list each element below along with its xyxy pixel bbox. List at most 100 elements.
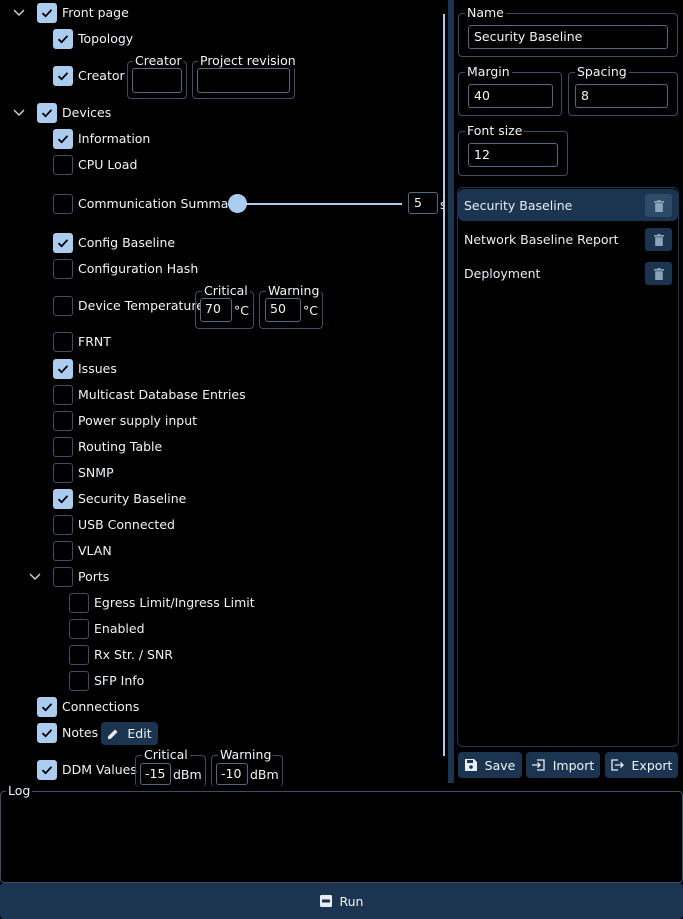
routing-table-checkbox[interactable] (53, 437, 73, 457)
connections-checkbox[interactable] (37, 697, 57, 717)
delete-template-button[interactable] (645, 194, 672, 217)
creator-input[interactable] (132, 68, 182, 93)
checkmark-icon (41, 766, 53, 775)
settings-panel: Name Security Baseline Margin 40 Spacing… (454, 0, 683, 785)
margin-input[interactable]: 40 (468, 84, 553, 108)
device-temperature-checkbox[interactable] (53, 296, 73, 316)
export-label: Export (631, 757, 673, 773)
margin-legend: Margin (465, 64, 512, 79)
enabled-checkbox[interactable] (69, 619, 89, 639)
egress-limit-label: Egress Limit/Ingress Limit (94, 595, 255, 610)
creator-label: Creator (78, 68, 125, 83)
run-button[interactable]: Run (0, 883, 683, 919)
spacing-legend: Spacing (575, 64, 629, 79)
usb-connected-label: USB Connected (78, 517, 175, 532)
temperature-critical-input[interactable]: 70 (200, 298, 232, 322)
checkmark-icon (57, 72, 69, 81)
pencil-icon (108, 729, 118, 739)
pdf-icon (319, 895, 332, 907)
project-revision-input[interactable] (197, 68, 290, 93)
chevron-down-icon[interactable] (28, 570, 42, 584)
name-input[interactable]: Security Baseline (468, 25, 668, 49)
log-output[interactable] (8, 800, 674, 876)
log-legend: Log (6, 783, 33, 798)
edit-label: Edit (127, 726, 152, 741)
ddm-warning-input[interactable]: -10 (216, 763, 248, 785)
config-baseline-checkbox[interactable] (53, 233, 73, 253)
template-item-label: Deployment (464, 265, 541, 281)
devices-label: Devices (62, 105, 112, 120)
template-item[interactable]: Deployment (458, 257, 678, 289)
temperature-warning-legend: Warning (266, 283, 322, 298)
chevron-down-icon[interactable] (12, 106, 26, 120)
import-button[interactable]: Import (526, 752, 600, 778)
front-page-checkbox[interactable] (37, 3, 57, 23)
devices-checkbox[interactable] (37, 103, 57, 123)
sfp-info-checkbox[interactable] (69, 671, 89, 691)
temperature-warning-input[interactable]: 50 (265, 298, 301, 322)
delete-template-button[interactable] (645, 262, 672, 285)
rx-str-label: Rx Str. / SNR (94, 647, 173, 662)
notes-label: Notes (62, 725, 99, 740)
communication-summary-slider[interactable] (228, 193, 404, 215)
notes-edit-button[interactable]: Edit (101, 722, 158, 745)
communication-summary-value[interactable]: 5 (408, 192, 438, 214)
cpu-load-label: CPU Load (78, 157, 138, 172)
ports-checkbox[interactable] (53, 567, 73, 587)
name-legend: Name (465, 5, 506, 20)
notes-checkbox[interactable] (37, 723, 57, 743)
save-label: Save (484, 757, 516, 773)
information-checkbox[interactable] (53, 129, 73, 149)
ddm-critical-input[interactable]: -15 (140, 763, 171, 785)
configuration-hash-checkbox[interactable] (53, 259, 73, 279)
trash-icon (653, 267, 664, 280)
snmp-label: SNMP (78, 465, 114, 480)
template-item[interactable]: Network Baseline Report (458, 223, 678, 255)
topology-checkbox[interactable] (53, 29, 73, 49)
checkmark-icon (41, 703, 53, 712)
save-icon (464, 759, 477, 771)
security-baseline-checkbox[interactable] (53, 489, 73, 509)
creator-checkbox[interactable] (53, 66, 73, 86)
ddm-values-checkbox[interactable] (37, 760, 57, 780)
communication-summary-label: Communication Summary (78, 196, 241, 211)
power-supply-checkbox[interactable] (53, 411, 73, 431)
spacing-input[interactable]: 8 (575, 84, 668, 108)
ports-label: Ports (78, 569, 110, 584)
chevron-down-icon[interactable] (12, 6, 26, 20)
security-baseline-label: Security Baseline (78, 491, 187, 506)
usb-connected-checkbox[interactable] (53, 515, 73, 535)
cpu-load-checkbox[interactable] (53, 155, 73, 175)
font-size-input[interactable]: 12 (468, 143, 558, 167)
issues-checkbox[interactable] (53, 359, 73, 379)
template-item[interactable]: Security Baseline (458, 189, 678, 221)
ddm-critical-unit: dBm (173, 767, 202, 782)
front-page-label: Front page (62, 5, 129, 20)
delete-template-button[interactable] (645, 228, 672, 251)
vlan-label: VLAN (78, 543, 112, 558)
export-icon (610, 759, 624, 771)
temperature-critical-legend: Critical (202, 283, 250, 298)
topology-label: Topology (78, 31, 134, 46)
snmp-checkbox[interactable] (53, 463, 73, 483)
egress-limit-checkbox[interactable] (69, 593, 89, 613)
enabled-label: Enabled (94, 621, 145, 636)
checkmark-icon (57, 495, 69, 504)
power-supply-label: Power supply input (78, 413, 198, 428)
communication-summary-checkbox[interactable] (53, 194, 73, 214)
save-button[interactable]: Save (458, 752, 522, 778)
ddm-warning-unit: dBm (250, 767, 279, 782)
frnt-checkbox[interactable] (53, 332, 73, 352)
report-tree: Front page Topology Creator Creator Proj… (0, 0, 445, 787)
checkmark-icon (57, 365, 69, 374)
vlan-checkbox[interactable] (53, 541, 73, 561)
config-baseline-label: Config Baseline (78, 235, 176, 250)
checkmark-icon (57, 35, 69, 44)
import-icon (531, 759, 545, 771)
tree-scrollbar[interactable] (443, 14, 445, 756)
rx-str-checkbox[interactable] (69, 645, 89, 665)
slider-handle[interactable] (228, 194, 247, 213)
multicast-checkbox[interactable] (53, 385, 73, 405)
export-button[interactable]: Export (605, 752, 678, 778)
device-temperature-label: Device Temperature (78, 298, 204, 313)
